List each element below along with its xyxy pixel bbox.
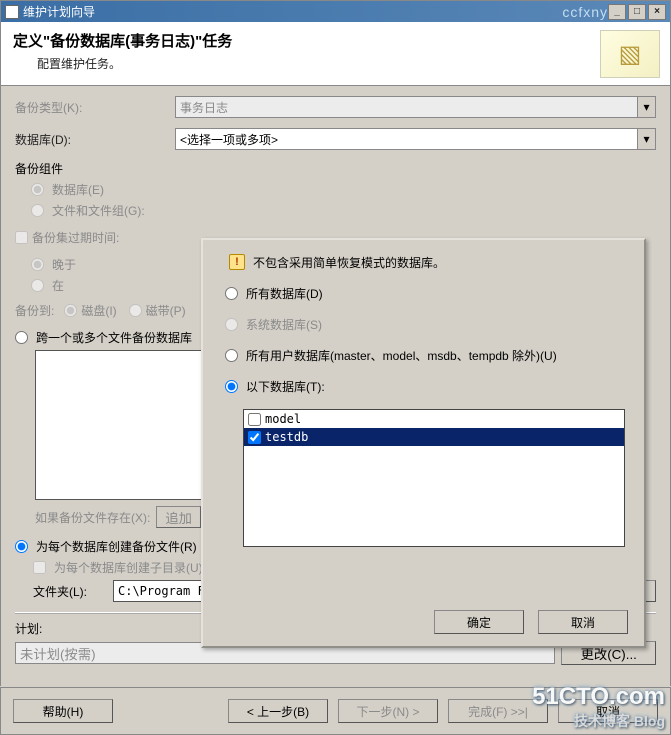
warning-icon: !	[229, 254, 245, 270]
per-db-file-label: 为每个数据库创建备份文件(R)	[36, 538, 197, 555]
next-button: 下一步(N) >	[338, 699, 438, 723]
wizard-nav: 帮助(H) < 上一步(B) 下一步(N) > 完成(F) >>| 取消	[0, 687, 671, 735]
opt-these-radio[interactable]	[225, 380, 238, 393]
expire-checkbox	[15, 231, 28, 244]
backup-to-title: 备份到:	[15, 302, 54, 319]
component-fg-radio	[31, 204, 44, 217]
back-button[interactable]: < 上一步(B)	[228, 699, 328, 723]
help-button[interactable]: 帮助(H)	[13, 699, 113, 723]
expire-after-radio	[31, 258, 44, 271]
expire-after-label: 晚于	[52, 256, 76, 273]
page-title: 定义"备份数据库(事务日志)"任务	[13, 30, 660, 51]
per-db-dir-label: 为每个数据库创建子目录(U)	[54, 559, 203, 576]
database-value: <选择一项或多项>	[180, 131, 278, 148]
backup-type-label: 备份类型(K):	[15, 99, 175, 116]
folder-label: 文件夹(L):	[33, 583, 113, 600]
finish-button: 完成(F) >>|	[448, 699, 548, 723]
db-checkbox-model[interactable]	[248, 413, 261, 426]
per-db-dir-checkbox	[33, 561, 46, 574]
list-item[interactable]: testdb	[244, 428, 624, 446]
span-files-radio[interactable]	[15, 331, 28, 344]
opt-sys-label: 系统数据库(S)	[246, 316, 322, 333]
list-item[interactable]: model	[244, 410, 624, 428]
database-picker-popup: ! 不包含采用简单恢复模式的数据库。 所有数据库(D) 系统数据库(S) 所有用…	[201, 238, 646, 648]
db-checkbox-testdb[interactable]	[248, 431, 261, 444]
component-db-radio	[31, 183, 44, 196]
append-button: 追加	[156, 506, 201, 528]
app-icon	[5, 5, 19, 19]
opt-all-radio[interactable]	[225, 287, 238, 300]
wizard-content: 备份类型(K): 事务日志 ▾ 数据库(D): <选择一项或多项> ▾ 备份组件…	[0, 86, 671, 686]
backup-type-combo: 事务日志 ▾	[175, 96, 656, 118]
page-subtitle: 配置维护任务。	[37, 55, 660, 72]
wizard-header: 定义"备份数据库(事务日志)"任务 配置维护任务。 ▧	[0, 22, 671, 86]
backup-files-listbox[interactable]	[35, 350, 205, 500]
backup-to-tape-label: 磁带(P)	[146, 302, 186, 319]
database-combo[interactable]: <选择一项或多项> ▾	[175, 128, 656, 150]
span-files-label: 跨一个或多个文件备份数据库	[36, 329, 192, 346]
wizard-cancel-button[interactable]: 取消	[558, 699, 658, 723]
exists-label: 如果备份文件存在(X):	[35, 509, 150, 526]
opt-user-radio[interactable]	[225, 349, 238, 362]
opt-sys-radio	[225, 318, 238, 331]
db-name: testdb	[265, 430, 308, 444]
window-title: 维护计划向导	[23, 3, 95, 20]
cancel-button[interactable]: 取消	[538, 610, 628, 634]
database-listbox[interactable]: model testdb	[243, 409, 625, 547]
warning-text: 不包含采用简单恢复模式的数据库。	[253, 254, 445, 271]
opt-user-label: 所有用户数据库(master、model、msdb、tempdb 除外)(U)	[246, 347, 557, 364]
backup-to-disk-radio	[64, 304, 77, 317]
database-label: 数据库(D):	[15, 131, 175, 148]
chevron-down-icon: ▾	[637, 97, 655, 117]
expire-on-label: 在	[52, 277, 64, 294]
expire-title: 备份集过期时间:	[32, 229, 119, 246]
per-db-file-radio[interactable]	[15, 540, 28, 553]
minimize-button[interactable]: _	[608, 4, 626, 20]
titlebar: 维护计划向导 ccfxny _ □ ×	[0, 0, 671, 22]
backup-type-value: 事务日志	[180, 99, 228, 116]
watermark-top: ccfxny	[562, 4, 608, 20]
component-db-label: 数据库(E)	[52, 181, 104, 198]
component-fg-label: 文件和文件组(G):	[52, 202, 145, 219]
maximize-button[interactable]: □	[628, 4, 646, 20]
opt-all-label: 所有数据库(D)	[246, 285, 323, 302]
ok-button[interactable]: 确定	[434, 610, 524, 634]
expire-on-radio	[31, 279, 44, 292]
backup-to-tape-radio	[129, 304, 142, 317]
opt-these-label: 以下数据库(T):	[246, 378, 325, 395]
header-art-icon: ▧	[600, 30, 660, 78]
backup-component-title: 备份组件	[15, 160, 656, 177]
backup-to-disk-label: 磁盘(I)	[81, 302, 116, 319]
chevron-down-icon[interactable]: ▾	[637, 129, 655, 149]
close-button[interactable]: ×	[648, 4, 666, 20]
db-name: model	[265, 412, 301, 426]
